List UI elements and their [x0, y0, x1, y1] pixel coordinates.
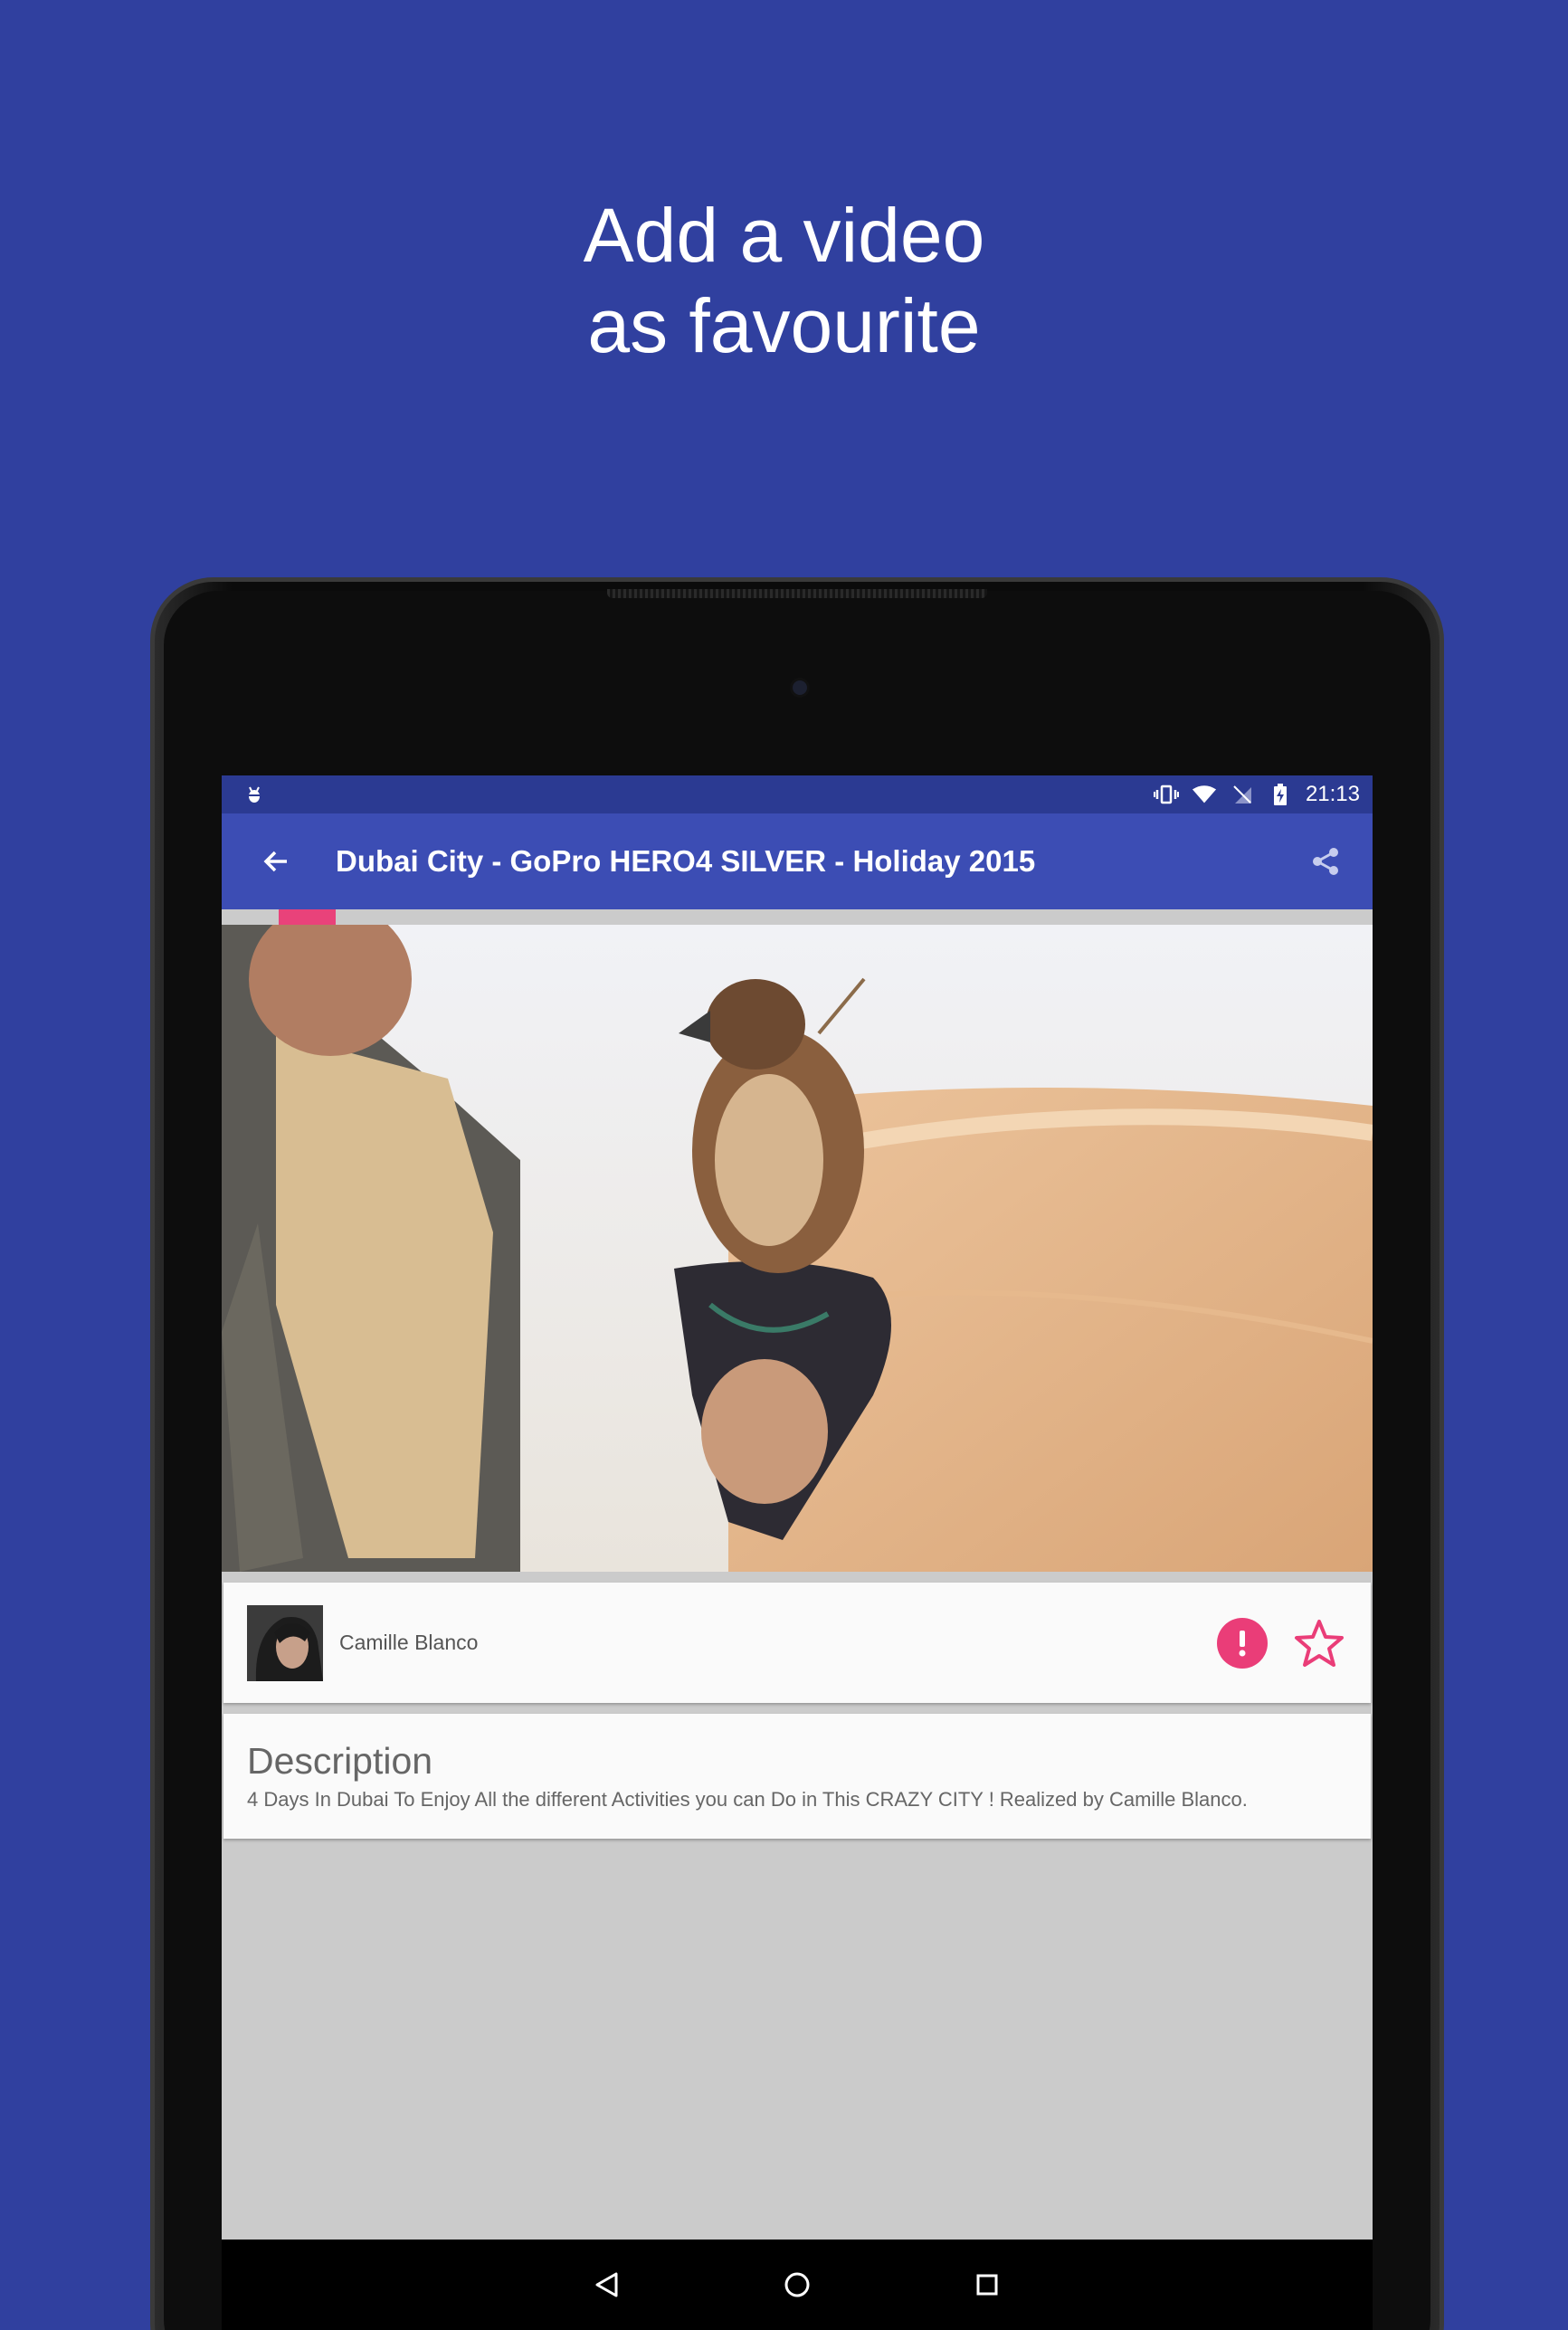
- app-bar: Dubai City - GoPro HERO4 SILVER - Holida…: [222, 813, 1373, 909]
- front-camera: [790, 678, 810, 698]
- nav-back-button[interactable]: [580, 2258, 634, 2312]
- author-name[interactable]: Camille Blanco: [339, 1631, 1217, 1655]
- star-outline-icon: [1295, 1619, 1344, 1667]
- video-player[interactable]: [222, 925, 1373, 1572]
- promo-line-2: as favourite: [587, 283, 981, 368]
- back-button[interactable]: [252, 838, 299, 885]
- arrow-back-icon: [263, 851, 287, 872]
- nav-recents-button[interactable]: [960, 2258, 1014, 2312]
- vibrate-icon: [1153, 782, 1179, 807]
- description-title: Description: [247, 1740, 433, 1782]
- nav-home-button[interactable]: [770, 2258, 824, 2312]
- wifi-icon: [1192, 782, 1217, 807]
- video-thumbnail: [222, 925, 1373, 1572]
- tab-indicator: [279, 909, 336, 925]
- share-button[interactable]: [1300, 836, 1351, 887]
- android-debug-icon: [242, 782, 267, 807]
- promo-headline: Add a video as favourite: [0, 190, 1568, 371]
- status-bar: 21:13: [222, 775, 1373, 813]
- author-avatar[interactable]: [247, 1604, 323, 1681]
- report-button[interactable]: [1217, 1617, 1268, 1669]
- battery-charging-icon: [1268, 782, 1293, 807]
- share-icon: [1313, 848, 1338, 875]
- nav-recents-icon: [976, 2274, 998, 2296]
- nav-home-icon: [784, 2272, 810, 2297]
- speaker-grill: [607, 589, 987, 598]
- description-text: 4 Days In Dubai To Enjoy All the differe…: [247, 1788, 1248, 1811]
- no-sim-icon: [1230, 782, 1255, 807]
- author-card: Camille Blanco: [223, 1583, 1371, 1703]
- promo-line-1: Add a video: [583, 193, 985, 278]
- device-screen: 21:13 Dubai City - GoPro HERO4 SILVER - …: [222, 775, 1373, 2330]
- favourite-button[interactable]: [1291, 1615, 1347, 1671]
- navigation-bar: [222, 2240, 1373, 2330]
- video-title: Dubai City - GoPro HERO4 SILVER - Holida…: [336, 844, 1036, 878]
- report-icon: [1239, 1630, 1246, 1656]
- description-card: Description 4 Days In Dubai To Enjoy All…: [223, 1714, 1371, 1839]
- status-icons: 21:13: [1153, 782, 1360, 807]
- status-time: 21:13: [1305, 782, 1360, 806]
- nav-back-icon: [595, 2272, 618, 2297]
